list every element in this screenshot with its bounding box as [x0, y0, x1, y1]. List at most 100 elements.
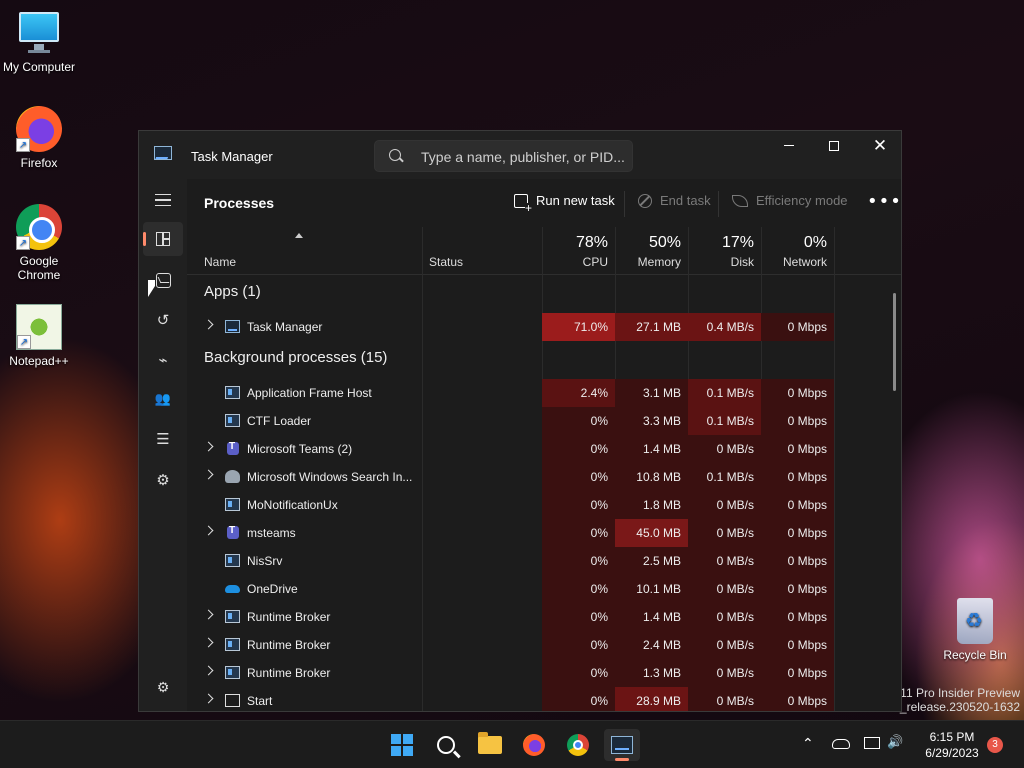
chevron-right-icon[interactable] [203, 665, 214, 676]
run-new-task-button[interactable]: Run new task [514, 193, 615, 213]
table-row[interactable]: Runtime Broker 0% 1.3 MB 0 MB/s 0 Mbps [187, 659, 901, 687]
end-task-button[interactable]: End task [638, 193, 711, 208]
teams-icon [227, 441, 239, 455]
taskbar-file-explorer[interactable] [472, 729, 508, 761]
more-options-button[interactable]: ••• [867, 191, 901, 212]
column-label: Status [429, 255, 464, 269]
nav-details[interactable]: ☰ [143, 422, 183, 456]
cell-cpu: 0% [542, 435, 615, 463]
desktop-icon-recycle-bin[interactable]: Recycle Bin [937, 598, 1013, 662]
taskbar-chrome[interactable] [560, 729, 596, 761]
chevron-right-icon[interactable] [203, 319, 214, 330]
table-row[interactable]: Microsoft Teams (2) 0%1.4 MB0 MB/s0 Mbps [187, 435, 901, 463]
process-name: Task Manager [247, 320, 323, 334]
nav-services[interactable]: ⚙ [143, 463, 183, 497]
column-cpu[interactable]: 78% CPU [542, 227, 615, 275]
cell-memory: 1.8 MB [615, 491, 688, 519]
cell-cpu: 0% [542, 407, 615, 435]
chevron-right-icon[interactable] [203, 525, 214, 536]
column-label: CPU [582, 255, 608, 269]
table-row[interactable]: Microsoft Windows Search In... 0% 10.8 MB 0… [187, 463, 901, 491]
nav-app-history[interactable]: ↺ [143, 303, 183, 337]
start-icon [225, 694, 240, 707]
window-icon [225, 610, 240, 623]
chevron-right-icon[interactable] [203, 441, 214, 452]
services-icon: ⚙ [156, 471, 170, 489]
table-row[interactable]: Task Manager 71.0% 27.1 MB 0.4 MB/s 0 Mbps [187, 313, 901, 341]
table-row[interactable]: Runtime Broker 0% 2.4 MB 0 MB/s 0 Mbps [187, 631, 901, 659]
notepadpp-icon: ↗ [16, 304, 62, 350]
run-task-icon [514, 193, 532, 213]
close-button[interactable]: ✕ [857, 131, 901, 163]
scrollbar-thumb[interactable] [893, 293, 896, 391]
taskbar-firefox[interactable] [516, 729, 552, 761]
table-row[interactable]: OneDrive 0% 10.1 MB 0 MB/s 0 Mbps [187, 575, 901, 603]
process-name: msteams [247, 526, 296, 540]
cell-disk: 0 MB/s [688, 491, 761, 519]
chevron-right-icon[interactable] [203, 609, 214, 620]
table-row[interactable]: Application Frame Host 2.4% 3.1 MB 0.1 MB/s… [187, 379, 901, 407]
table-row[interactable]: Start 0% 28.9 MB 0 MB/s 0 Mbps [187, 687, 901, 711]
table-row[interactable]: Runtime Broker 0% 1.4 MB 0 MB/s 0 Mbps [187, 603, 901, 631]
start-button[interactable] [384, 729, 420, 761]
memory-total: 50% [648, 234, 681, 251]
table-row[interactable]: MoNotificationUx 0% 1.8 MB 0 MB/s 0 Mbps [187, 491, 901, 519]
efficiency-mode-button[interactable]: Efficiency mode [732, 193, 848, 208]
column-network[interactable]: 0% Network [761, 227, 834, 275]
desktop-icon-chrome[interactable]: ↗ Google Chrome [1, 204, 77, 282]
cell-memory: 28.9 MB [615, 687, 688, 711]
column-disk[interactable]: 17% Disk [688, 227, 761, 275]
table-row[interactable]: NisSrv 0% 2.5 MB 0 MB/s 0 Mbps [187, 547, 901, 575]
column-name[interactable]: Name [187, 227, 422, 275]
onedrive-icon [225, 585, 240, 593]
menu-icon [155, 194, 171, 206]
table-row[interactable]: CTF Loader 0% 3.3 MB 0.1 MB/s 0 Mbps [187, 407, 901, 435]
page-title: Processes [204, 195, 275, 211]
nav-users[interactable]: 👥 [143, 382, 183, 416]
network-icon[interactable] [864, 737, 880, 749]
desktop-icon-my-computer[interactable]: My Computer [1, 10, 77, 74]
cell-cpu: 0% [542, 575, 615, 603]
chevron-right-icon[interactable] [203, 469, 214, 480]
cell-memory: 1.4 MB [615, 603, 688, 631]
notification-badge[interactable]: 3 [987, 737, 1003, 753]
search-box[interactable] [374, 140, 633, 172]
cell-network: 0 Mbps [761, 407, 834, 435]
window-icon [225, 414, 240, 427]
taskbar-task-manager[interactable] [604, 729, 640, 761]
nav-processes[interactable] [143, 222, 183, 256]
window-title: Task Manager [191, 149, 273, 164]
process-name: Start [247, 694, 273, 708]
minimize-button[interactable] [766, 131, 812, 163]
cell-network: 0 Mbps [761, 547, 834, 575]
onedrive-offline-icon[interactable] [832, 739, 850, 749]
cell-memory: 10.8 MB [615, 463, 688, 491]
desktop-icon-firefox[interactable]: ↗ Firefox [1, 106, 77, 170]
cell-memory: 10.1 MB [615, 575, 688, 603]
taskbar-search-button[interactable] [428, 729, 464, 761]
desktop-icon-notepadpp[interactable]: ↗ Notepad++ [1, 304, 77, 368]
table-row[interactable]: msteams 0%45.0 MB0 MB/s0 Mbps [187, 519, 901, 547]
nav-startup-apps[interactable]: ⌁ [143, 343, 183, 377]
nav-menu-button[interactable] [143, 183, 183, 217]
chrome-icon [567, 734, 589, 756]
chevron-right-icon[interactable] [203, 693, 214, 704]
clock-date: 6/29/2023 [925, 746, 979, 760]
maximize-button[interactable] [811, 131, 857, 163]
nav-settings[interactable]: ⚙ [143, 671, 183, 705]
clock[interactable]: 6:15 PM 6/29/2023 [912, 729, 992, 761]
column-status[interactable]: Status [422, 227, 542, 275]
show-hidden-icons-button[interactable]: ⌃ [802, 736, 814, 752]
column-memory[interactable]: 50% Memory [615, 227, 688, 275]
cell-cpu: 2.4% [542, 379, 615, 407]
cell-disk: 0 MB/s [688, 659, 761, 687]
window-icon [225, 498, 240, 511]
window-icon [225, 666, 240, 679]
chevron-right-icon[interactable] [203, 637, 214, 648]
cell-network: 0 Mbps [761, 435, 834, 463]
process-name: MoNotificationUx [247, 498, 338, 512]
search-input[interactable] [421, 147, 626, 167]
performance-icon [155, 272, 171, 288]
title-bar[interactable]: Task Manager ✕ [139, 131, 901, 179]
volume-icon[interactable]: 🔊 [887, 735, 903, 750]
